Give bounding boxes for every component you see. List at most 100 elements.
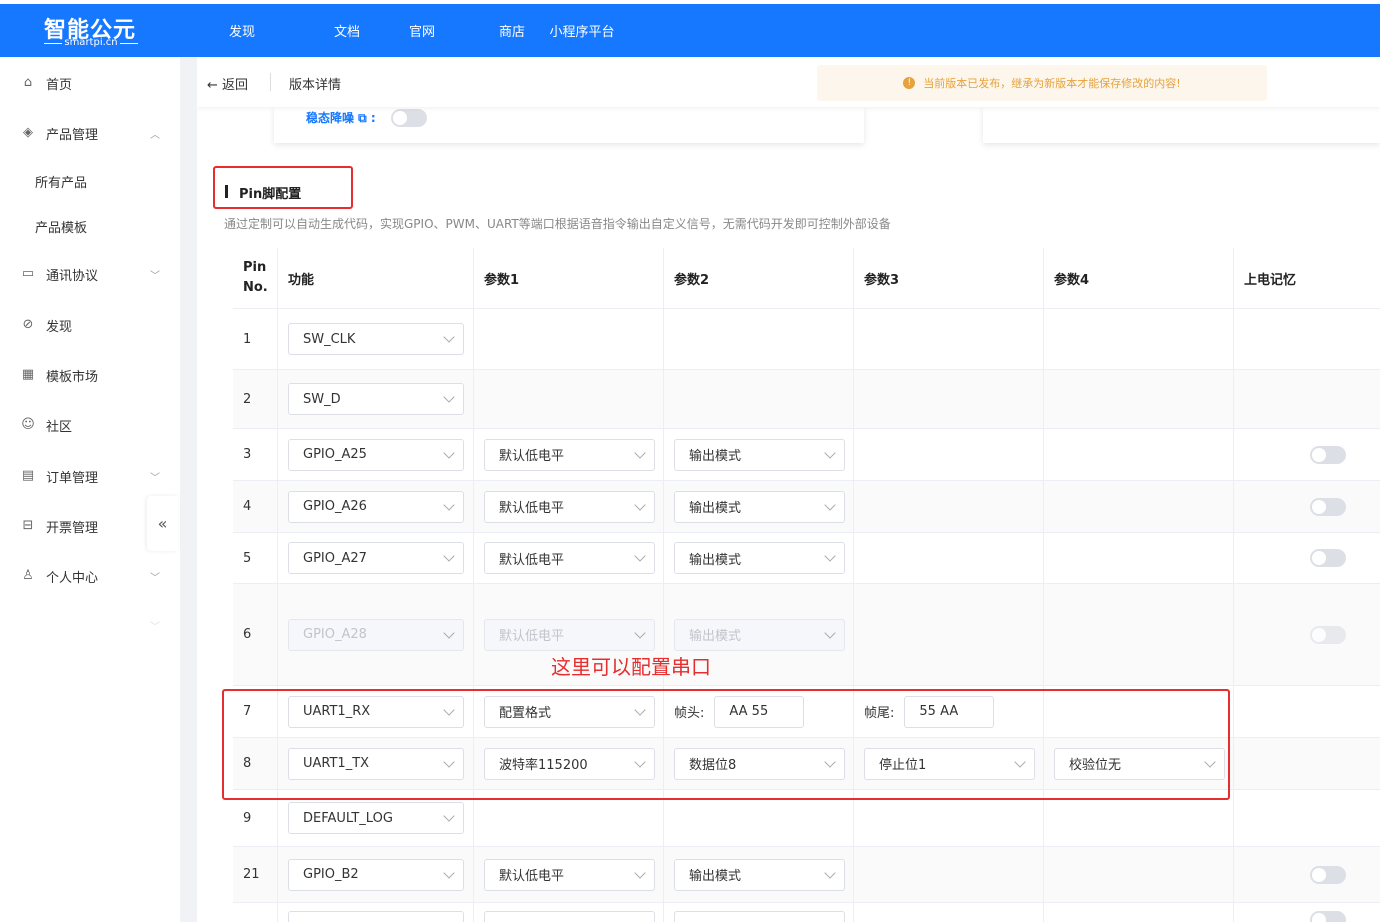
mode-select[interactable]: 输出模式 — [674, 542, 845, 574]
arrow-left-icon: ← — [207, 78, 223, 93]
topnav-docs[interactable]: 文档 — [302, 21, 392, 40]
side-card — [983, 107, 1380, 143]
topnav-discover[interactable]: 发现 — [212, 21, 272, 40]
power-memory-toggle[interactable] — [1310, 911, 1346, 922]
top-bar: 智能公元 smartpi.cn 发现 文档 官网 商店 小程序平台 — [0, 0, 1380, 57]
header-param3: 参数3 — [854, 248, 1044, 308]
function-select[interactable]: UART1_TX — [288, 747, 464, 780]
select-value: SW_D — [303, 391, 341, 407]
function-select[interactable]: GPIO_A27 — [288, 542, 464, 574]
frame-tail-label: 帧尾: — [864, 706, 895, 721]
sidebar-item-discover[interactable]: ⊘ 发现 — [0, 305, 180, 345]
select-value: 波特率115200 — [499, 758, 588, 773]
grid-icon: ▦ — [21, 367, 35, 382]
function-select[interactable] — [288, 911, 464, 922]
user-icon: ♙ — [22, 568, 34, 583]
function-select[interactable]: SW_D — [288, 383, 464, 415]
level-select[interactable] — [484, 911, 655, 922]
sidebar-item-community[interactable]: ☺ 社区 — [0, 405, 180, 445]
chevron-down-icon — [824, 866, 836, 879]
sidebar-item-orders[interactable]: ▤ 订单管理 ﹀ — [0, 456, 180, 496]
chevron-down-icon — [824, 498, 836, 511]
noise-reduction-link[interactable]: 稳态降噪 ⧉ : — [306, 109, 376, 126]
sidebar-item-label: 产品管理 — [46, 127, 99, 143]
function-select[interactable]: GPIO_B2 — [288, 858, 464, 891]
power-memory-toggle[interactable] — [1310, 497, 1346, 516]
sidebar-item-label: 个人中心 — [46, 570, 99, 586]
collapse-sidebar-button[interactable]: « — [147, 496, 178, 551]
sidebar-item-profile[interactable]: ♙ 个人中心 ﹀ — [0, 556, 180, 596]
level-select[interactable]: 默认低电平 — [484, 490, 655, 523]
back-button[interactable]: ← 返回 — [207, 74, 248, 93]
level-select[interactable]: 默认低电平 — [484, 542, 655, 574]
chevron-down-icon — [443, 810, 455, 822]
power-memory-toggle[interactable] — [1310, 549, 1346, 567]
sidebar-item-home[interactable]: ⌂ 首页 — [0, 63, 180, 103]
function-select[interactable]: GPIO_A26 — [288, 490, 464, 523]
function-select[interactable]: SW_CLK — [288, 323, 464, 355]
table-row — [233, 903, 1380, 922]
mode-select[interactable]: 输出模式 — [674, 490, 845, 523]
pin-number: 21 — [233, 847, 278, 902]
compass-icon: ⊘ — [22, 317, 34, 332]
sidebar-item-label: 通讯协议 — [46, 268, 99, 284]
header-param1: 参数1 — [474, 248, 664, 308]
order-icon: ▤ — [21, 468, 35, 483]
sidebar-item-product-templates[interactable]: 产品模板 — [0, 206, 180, 246]
table-row: 9 DEFAULT_LOG — [233, 790, 1380, 847]
pin-number: 2 — [233, 370, 278, 428]
baud-rate-select[interactable]: 波特率115200 — [484, 747, 655, 780]
mode-select[interactable]: 输出模式 — [674, 438, 845, 471]
function-select[interactable]: GPIO_A28 — [288, 618, 464, 651]
level-select[interactable]: 默认低电平 — [484, 858, 655, 891]
chevron-down-icon — [443, 755, 455, 768]
select-value: 数据位8 — [689, 758, 737, 773]
level-select[interactable]: 默认低电平 — [484, 438, 655, 471]
select-value: 默认低电平 — [499, 552, 565, 568]
frame-tail-input[interactable]: 55 AA — [904, 695, 995, 728]
mode-select[interactable]: 输出模式 — [674, 858, 845, 891]
topnav-miniprogram[interactable]: 小程序平台 — [542, 21, 622, 40]
stop-bits-select[interactable]: 停止位1 — [864, 747, 1035, 780]
sidebar-item-label: 产品模板 — [35, 220, 88, 236]
table-row: 3 GPIO_A25 默认低电平 输出模式 — [233, 429, 1380, 481]
topnav-website[interactable]: 官网 — [392, 21, 452, 40]
mode-select[interactable]: 输出模式 — [674, 618, 845, 651]
select-value: GPIO_A26 — [303, 499, 367, 514]
noise-reduction-toggle[interactable] — [391, 109, 427, 127]
select-value: 默认低电平 — [499, 501, 565, 516]
function-select[interactable]: GPIO_A25 — [288, 438, 464, 471]
power-memory-toggle[interactable] — [1310, 445, 1346, 464]
chevron-down-icon — [824, 550, 836, 562]
pin-number: 5 — [233, 533, 278, 583]
back-label: 返回 — [222, 78, 249, 93]
pin-number: 1 — [233, 309, 278, 369]
sidebar-item-label: 开票管理 — [46, 520, 99, 536]
function-select[interactable]: UART1_RX — [288, 695, 464, 728]
format-select[interactable]: 配置格式 — [484, 695, 655, 728]
table-row: 8 UART1_TX 波特率115200 数据位8 停止位1 校验位无 — [233, 738, 1380, 790]
frame-head-input[interactable]: AA 55 — [714, 695, 805, 728]
sidebar-item-template-market[interactable]: ▦ 模板市场 — [0, 355, 180, 395]
parity-select[interactable]: 校验位无 — [1054, 747, 1225, 780]
power-memory-toggle[interactable] — [1310, 865, 1346, 884]
power-memory-toggle[interactable] — [1310, 625, 1346, 644]
chevron-down-icon — [634, 626, 646, 639]
page-title: 版本详情 — [289, 78, 342, 93]
function-select[interactable]: DEFAULT_LOG — [288, 802, 464, 834]
mode-select[interactable] — [674, 911, 845, 922]
data-bits-select[interactable]: 数据位8 — [674, 747, 845, 780]
select-value: 输出模式 — [689, 629, 742, 644]
sidebar-item-protocols[interactable]: ▭ 通讯协议 ﹀ — [0, 254, 180, 294]
logo[interactable]: 智能公元 smartpi.cn — [0, 4, 180, 57]
chevron-down-icon: ﹀ — [150, 472, 160, 484]
header-function: 功能 — [278, 248, 474, 308]
topnav-store[interactable]: 商店 — [482, 21, 542, 40]
section-title: Pin脚配置 — [225, 183, 301, 202]
pin-number: 4 — [233, 481, 278, 532]
sidebar-item-all-products[interactable]: 所有产品 — [0, 161, 180, 201]
logo-sub: smartpi.cn — [44, 37, 138, 48]
sidebar-item-products[interactable]: ◈ 产品管理 ︿ — [0, 113, 180, 153]
sidebar-item-label: 社区 — [46, 419, 73, 435]
level-select[interactable]: 默认低电平 — [484, 618, 655, 651]
